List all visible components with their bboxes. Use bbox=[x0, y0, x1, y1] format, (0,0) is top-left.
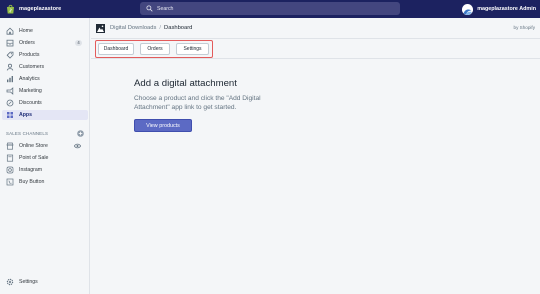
digital-downloads-app-icon bbox=[96, 23, 105, 33]
app-header: Digital Downloads / Dashboard by Shopify bbox=[91, 18, 540, 38]
home-icon bbox=[6, 27, 14, 35]
orders-icon bbox=[6, 39, 14, 47]
sales-channels-title: SALES CHANNELS bbox=[6, 131, 49, 136]
buy-button-icon bbox=[6, 178, 14, 186]
customers-icon bbox=[6, 63, 14, 71]
page-title: Dashboard bbox=[164, 25, 193, 31]
app-content: Digital Downloads / Dashboard by Shopify… bbox=[91, 18, 540, 294]
sidebar-item-apps[interactable]: Apps bbox=[2, 110, 88, 120]
sidebar-item-label: Home bbox=[19, 28, 33, 34]
apps-icon bbox=[7, 112, 13, 118]
breadcrumb-app[interactable]: Digital Downloads bbox=[110, 25, 156, 31]
gear-icon bbox=[6, 278, 14, 286]
app-developer-link[interactable]: by Shopify bbox=[514, 25, 535, 30]
sidebar-item-label: Orders bbox=[19, 40, 35, 46]
sidebar-item-buy-button[interactable]: Buy Button bbox=[2, 177, 88, 187]
store-name: mageplazastore bbox=[19, 6, 62, 12]
admin-name: mageplazastore Admin bbox=[477, 6, 536, 12]
sidebar-item-home[interactable]: Home bbox=[2, 26, 88, 36]
sidebar-item-label: Analytics bbox=[19, 76, 40, 82]
discounts-icon bbox=[6, 99, 14, 107]
sidebar-item-products[interactable]: Products bbox=[2, 50, 88, 60]
sidebar-item-label: Discounts bbox=[19, 100, 42, 106]
store-brand[interactable]: mageplazastore bbox=[0, 4, 90, 14]
sidebar-item-label: Buy Button bbox=[19, 179, 45, 185]
avatar-wave-icon bbox=[462, 5, 474, 15]
analytics-icon bbox=[7, 76, 13, 83]
empty-state-title: Add a digital attachment bbox=[134, 78, 237, 89]
online-store-icon bbox=[6, 142, 14, 150]
sidebar-item-settings[interactable]: Settings bbox=[2, 277, 88, 287]
sidebar-item-online-store[interactable]: Online Store bbox=[2, 141, 88, 151]
search-icon bbox=[146, 5, 153, 12]
sidebar-item-customers[interactable]: Customers bbox=[2, 62, 88, 72]
sidebar-item-label: Marketing bbox=[19, 88, 42, 94]
sidebar-item-label: Apps bbox=[19, 112, 32, 118]
empty-state-description: Choose a product and click the "Add Digi… bbox=[134, 95, 261, 111]
sidebar-item-label: Products bbox=[19, 52, 40, 58]
account-menu[interactable]: mageplazastore Admin bbox=[462, 2, 536, 16]
app-tabs-bar: Dashboard Orders Settings bbox=[91, 38, 540, 59]
add-channel-plus-icon[interactable] bbox=[77, 130, 84, 137]
sidebar-item-label: Online Store bbox=[19, 143, 48, 149]
breadcrumb-separator: / bbox=[159, 25, 162, 31]
top-bar: mageplazastore Search mageplazastore Adm… bbox=[0, 0, 540, 18]
search-input[interactable]: Search bbox=[140, 2, 400, 15]
tab-settings[interactable]: Settings bbox=[176, 43, 209, 55]
tab-orders[interactable]: Orders bbox=[140, 43, 170, 55]
instagram-icon bbox=[6, 166, 14, 174]
sidebar-item-marketing[interactable]: Marketing bbox=[2, 86, 88, 96]
tab-dashboard[interactable]: Dashboard bbox=[98, 43, 134, 55]
sidebar-item-instagram[interactable]: Instagram bbox=[2, 165, 88, 175]
sidebar-item-orders[interactable]: Orders 4 bbox=[2, 38, 88, 48]
sidebar-item-label: Customers bbox=[19, 64, 45, 70]
sales-channels-header: SALES CHANNELS bbox=[6, 130, 84, 137]
search-placeholder: Search bbox=[157, 5, 174, 12]
products-icon bbox=[6, 51, 14, 59]
sidebar-item-analytics[interactable]: Analytics bbox=[2, 74, 88, 84]
view-store-eye-icon[interactable] bbox=[74, 143, 81, 149]
shopify-bag-icon bbox=[7, 4, 14, 14]
orders-count-badge: 4 bbox=[75, 40, 82, 46]
point-of-sale-icon bbox=[6, 154, 14, 162]
sidebar-item-label: Settings bbox=[19, 279, 38, 285]
sidebar-item-label: Point of Sale bbox=[19, 155, 49, 161]
view-products-button[interactable]: View products bbox=[134, 119, 192, 132]
marketing-icon bbox=[6, 87, 14, 95]
sidebar-item-point-of-sale[interactable]: Point of Sale bbox=[2, 153, 88, 163]
sidebar-item-label: Instagram bbox=[19, 167, 43, 173]
sidebar-item-discounts[interactable]: Discounts bbox=[2, 98, 88, 108]
empty-state: Add a digital attachment Choose a produc… bbox=[134, 78, 304, 132]
sidebar: Home Orders 4 Products Customers Analyti… bbox=[0, 18, 90, 294]
avatar bbox=[462, 3, 474, 15]
